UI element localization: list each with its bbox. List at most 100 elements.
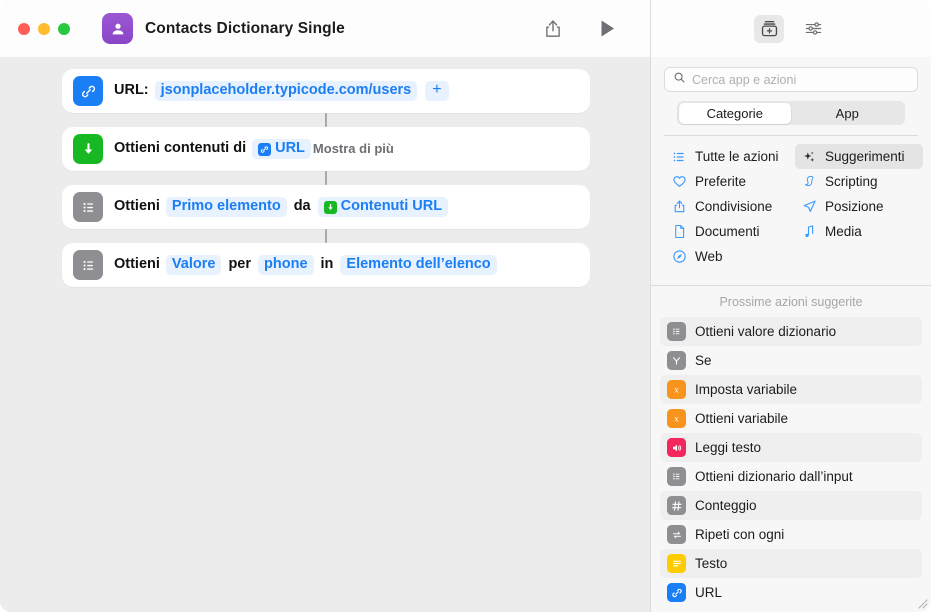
action-connective: da bbox=[293, 198, 311, 215]
list-item-token[interactable]: Elemento dell’elenco bbox=[340, 255, 497, 275]
play-icon[interactable] bbox=[594, 16, 620, 42]
scripting-icon bbox=[801, 174, 817, 189]
action-label: Ottieni bbox=[114, 256, 160, 273]
workflow-canvas: URL: jsonplaceholder.typicode.com/users … bbox=[0, 57, 650, 612]
action-label: Ottieni contenuti di bbox=[114, 140, 247, 157]
category-condivisione[interactable]: Condivisione bbox=[665, 194, 793, 219]
download-arrow-icon bbox=[73, 134, 103, 164]
list-item[interactable]: Ripeti con ogni bbox=[660, 520, 922, 549]
category-tutte-le-azioni[interactable]: Tutte le azioni bbox=[665, 144, 793, 169]
show-more-link[interactable]: Mostra di più bbox=[313, 141, 394, 156]
list-item[interactable]: x Ottieni variabile bbox=[660, 404, 922, 433]
suggestions-panel: Prossime azioni suggerite Ottieni valore… bbox=[651, 286, 931, 612]
url-contents-token[interactable]: Contenuti URL bbox=[317, 197, 449, 217]
action-card-get-contents[interactable]: Ottieni contenuti di URL Mostra di più bbox=[62, 127, 590, 171]
sliders-icon[interactable] bbox=[798, 15, 828, 43]
music-note-icon bbox=[801, 224, 817, 239]
category-label: Scripting bbox=[825, 174, 878, 189]
action-label: URL: bbox=[114, 82, 149, 99]
search-box[interactable] bbox=[664, 67, 918, 92]
resize-grip[interactable] bbox=[916, 597, 928, 609]
tab-app[interactable]: App bbox=[791, 103, 904, 124]
share-icon[interactable] bbox=[540, 16, 566, 42]
category-scripting[interactable]: Scripting bbox=[795, 169, 923, 194]
value-token[interactable]: Valore bbox=[165, 255, 222, 275]
list-item[interactable]: x Imposta variabile bbox=[660, 375, 922, 404]
search-input[interactable] bbox=[692, 72, 909, 87]
hash-icon bbox=[667, 496, 686, 515]
tab-categorie[interactable]: Categorie bbox=[678, 102, 791, 124]
branch-icon bbox=[667, 351, 686, 370]
category-documenti[interactable]: Documenti bbox=[665, 219, 793, 244]
contacts-icon bbox=[102, 13, 133, 44]
category-preferite[interactable]: Preferite bbox=[665, 169, 793, 194]
connector-line bbox=[325, 229, 327, 243]
url-value-token[interactable]: jsonplaceholder.typicode.com/users bbox=[154, 81, 418, 101]
list-item-label: Ottieni dizionario dall’input bbox=[695, 469, 853, 484]
heart-icon bbox=[671, 174, 687, 189]
list-item-label: Ripeti con ogni bbox=[695, 527, 785, 542]
list-item[interactable]: Ottieni valore dizionario bbox=[660, 317, 922, 346]
key-token[interactable]: phone bbox=[258, 255, 314, 275]
url-link-icon bbox=[667, 583, 686, 602]
sparkles-icon bbox=[801, 150, 817, 164]
category-label: Media bbox=[825, 224, 862, 239]
titlebar-actions bbox=[540, 16, 634, 42]
list-item[interactable]: Se bbox=[660, 346, 922, 375]
list-item[interactable]: Ottieni dizionario dall’input bbox=[660, 462, 922, 491]
token-label: Contenuti URL bbox=[340, 198, 443, 215]
shortcuts-window: Contacts Dictionary Single URL: jsonplac… bbox=[0, 0, 931, 612]
list-item-label: Ottieni valore dizionario bbox=[695, 324, 837, 339]
document-icon bbox=[671, 224, 687, 239]
list-item[interactable]: Testo bbox=[660, 549, 922, 578]
list-icon bbox=[73, 192, 103, 222]
search-icon bbox=[673, 71, 686, 89]
search-area: Categorie App bbox=[651, 57, 931, 136]
action-library-icon[interactable] bbox=[754, 14, 784, 43]
zoom-button[interactable] bbox=[58, 22, 70, 35]
safari-compass-icon bbox=[671, 249, 687, 264]
traffic-lights[interactable] bbox=[18, 22, 70, 35]
item-type-token[interactable]: Primo elemento bbox=[165, 197, 287, 217]
category-label: Documenti bbox=[695, 224, 760, 239]
token-label: URL bbox=[275, 140, 305, 157]
action-text: Ottieni Valore per phone in Elemento del… bbox=[114, 255, 499, 275]
location-arrow-icon bbox=[801, 199, 817, 214]
category-posizione[interactable]: Posizione bbox=[795, 194, 923, 219]
list-item[interactable]: Leggi testo bbox=[660, 433, 922, 462]
url-link-icon bbox=[258, 142, 272, 156]
page-title: Contacts Dictionary Single bbox=[145, 19, 345, 37]
suggestions-list: Ottieni valore dizionario Se x Imposta v… bbox=[651, 317, 931, 607]
speaker-icon bbox=[667, 438, 686, 457]
category-web[interactable]: Web bbox=[665, 244, 793, 269]
action-card-url[interactable]: URL: jsonplaceholder.typicode.com/users … bbox=[62, 69, 590, 113]
category-suggerimenti[interactable]: Suggerimenti bbox=[795, 144, 923, 169]
list-item-label: Testo bbox=[695, 556, 728, 571]
list-item-label: Se bbox=[695, 353, 712, 368]
action-text: Ottieni Primo elemento da Contenuti URL bbox=[114, 197, 450, 217]
url-variable-token[interactable]: URL bbox=[252, 139, 311, 159]
action-text: Ottieni contenuti di URL Mostra di più bbox=[114, 139, 394, 159]
action-card-get-value[interactable]: Ottieni Valore per phone in Elemento del… bbox=[62, 243, 590, 287]
repeat-icon bbox=[667, 525, 686, 544]
category-label: Posizione bbox=[825, 199, 884, 214]
editor-pane: Contacts Dictionary Single URL: jsonplac… bbox=[0, 0, 650, 612]
list-item-label: Ottieni variabile bbox=[695, 411, 789, 426]
close-button[interactable] bbox=[18, 22, 30, 35]
list-icon bbox=[667, 467, 686, 486]
category-label: Suggerimenti bbox=[825, 149, 905, 164]
add-url-button[interactable]: + bbox=[425, 81, 449, 101]
list-bullet-icon bbox=[671, 150, 687, 164]
category-grid: Tutte le azioni Suggerimenti Preferite S… bbox=[651, 136, 931, 275]
download-arrow-icon bbox=[323, 200, 337, 214]
minimize-button[interactable] bbox=[38, 22, 50, 35]
category-media[interactable]: Media bbox=[795, 219, 923, 244]
action-card-get-item[interactable]: Ottieni Primo elemento da Contenuti URL bbox=[62, 185, 590, 229]
library-segmented-control[interactable]: Categorie App bbox=[677, 101, 905, 125]
list-icon bbox=[667, 322, 686, 341]
connector-line bbox=[325, 113, 327, 127]
list-item[interactable]: Conteggio bbox=[660, 491, 922, 520]
suggestions-title: Prossime azioni suggerite bbox=[719, 295, 863, 309]
list-item[interactable]: URL bbox=[660, 578, 922, 607]
category-label: Web bbox=[695, 249, 723, 264]
